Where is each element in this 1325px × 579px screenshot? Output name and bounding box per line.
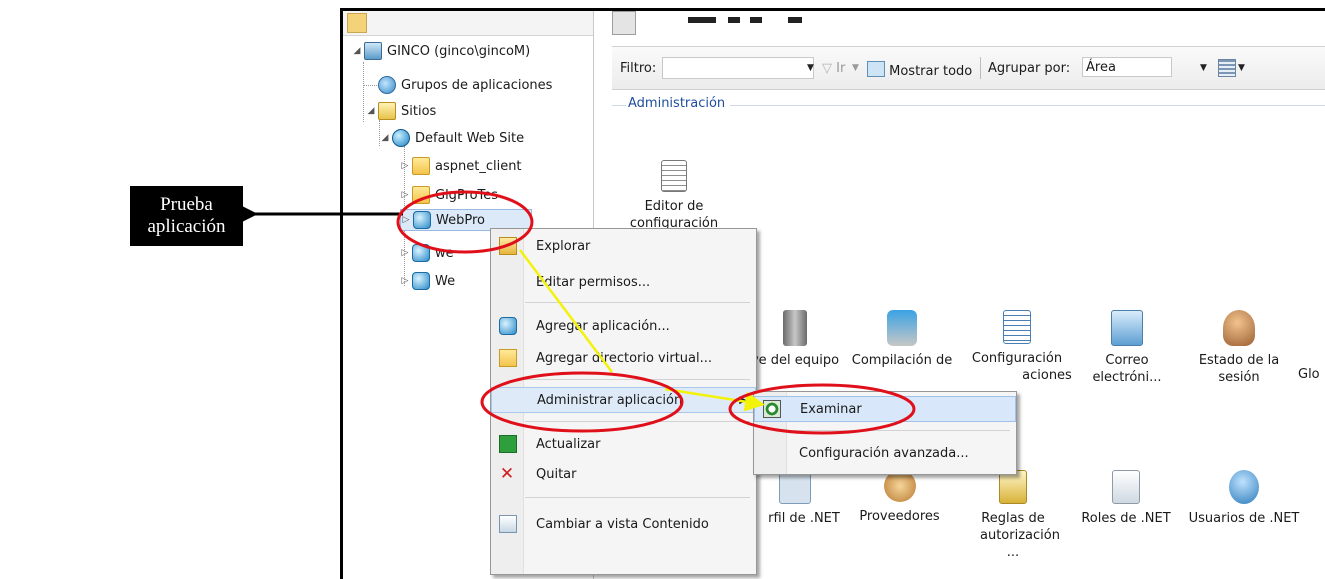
yellow-pointer-line xyxy=(519,249,613,373)
highlight-ellipse-webpro xyxy=(396,190,534,254)
annotation-overlay xyxy=(228,190,916,435)
highlight-ellipse-administrar xyxy=(480,371,684,433)
highlight-ellipse-examinar xyxy=(728,383,916,435)
